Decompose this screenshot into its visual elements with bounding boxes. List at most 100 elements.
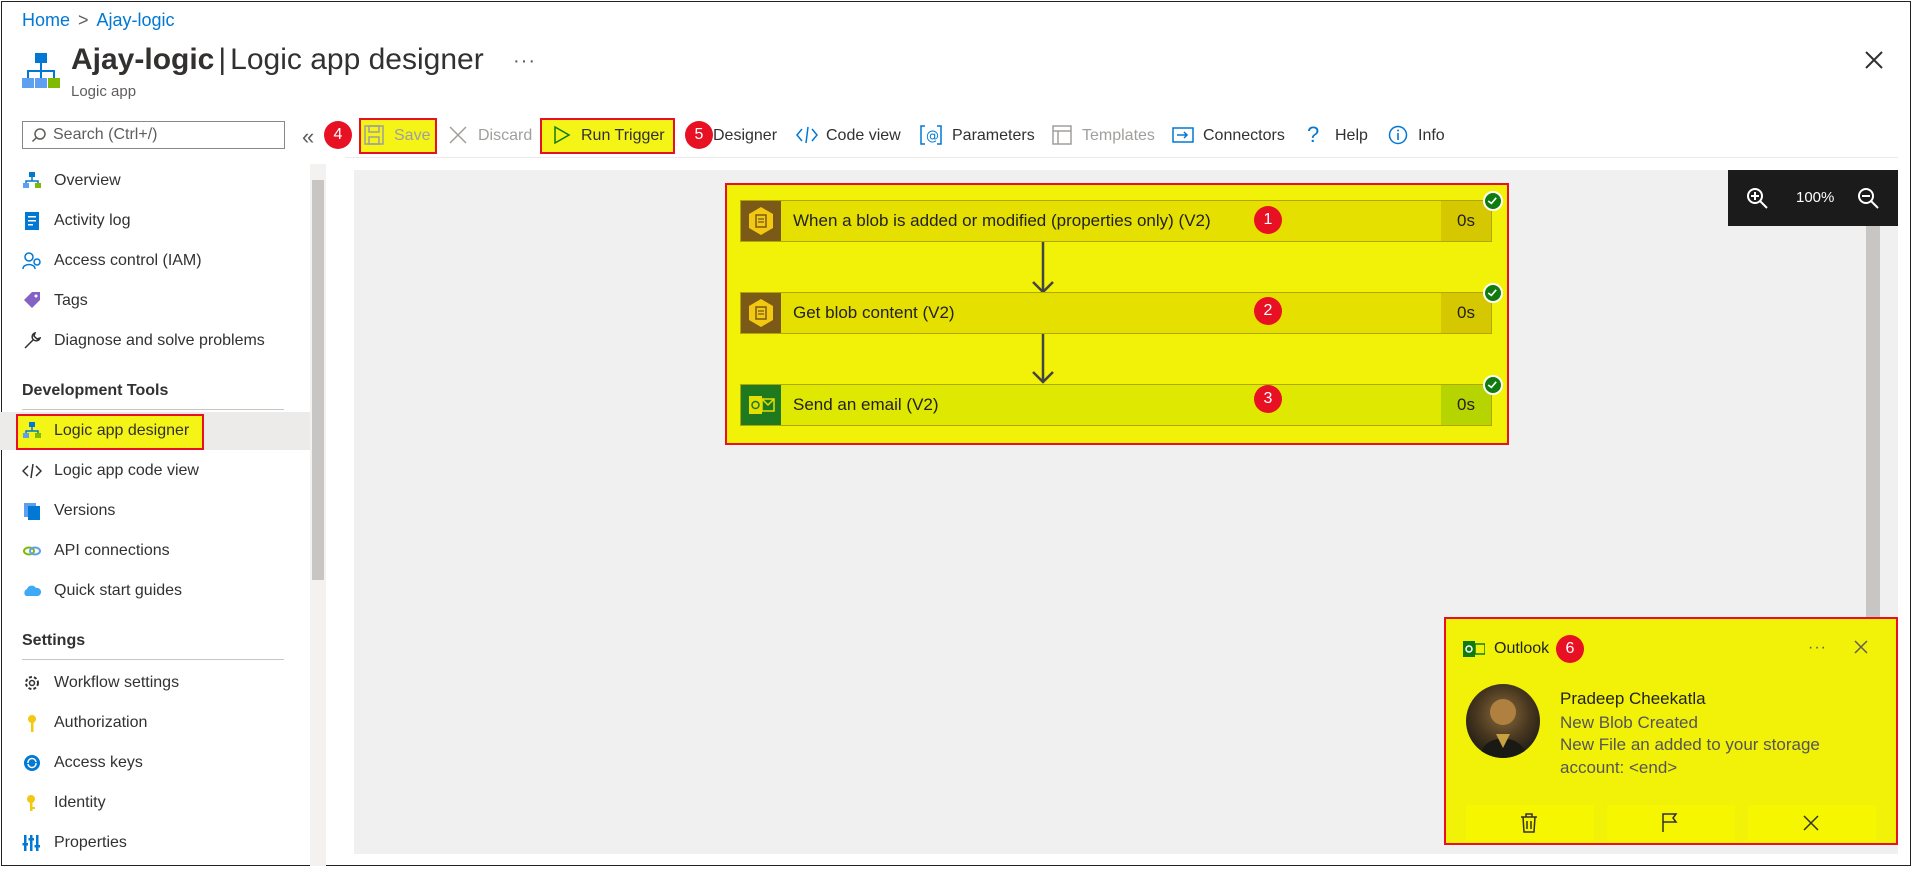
- sidebar-item-versions[interactable]: Versions: [0, 492, 310, 530]
- breadcrumb: Home > Ajay-logic: [22, 10, 175, 31]
- sidebar-item-label: Identity: [54, 794, 106, 811]
- breadcrumb-home[interactable]: Home: [22, 10, 70, 30]
- help-label: Help: [1335, 127, 1368, 144]
- api-connections-icon: [23, 546, 41, 556]
- run-trigger-label: Run Trigger: [581, 127, 665, 144]
- search-input[interactable]: Search (Ctrl+/): [22, 121, 285, 149]
- sidebar-item-label: Logic app code view: [54, 462, 199, 479]
- canvas-scrollbar[interactable]: [1866, 226, 1880, 626]
- code-icon: [22, 463, 42, 479]
- properties-icon: [22, 835, 40, 851]
- sidebar-item-overview[interactable]: Overview: [0, 162, 310, 200]
- sidebar-item-label: Versions: [54, 502, 116, 519]
- breadcrumb-current[interactable]: Ajay-logic: [97, 10, 175, 30]
- sidebar-item-label: Tags: [54, 292, 88, 309]
- workflow-step-send-email[interactable]: Send an email (V2) 3 0s: [740, 375, 1503, 426]
- sidebar-item-label: API connections: [54, 542, 170, 559]
- sidebar-item-authorization[interactable]: Authorization: [0, 704, 310, 742]
- zoom-out-icon[interactable]: [1856, 186, 1880, 210]
- sidebar-item-label: Access control (IAM): [54, 252, 202, 269]
- sidebar-item-diagnose[interactable]: Diagnose and solve problems: [0, 322, 310, 360]
- identity-icon: [27, 795, 35, 811]
- section-divider: [22, 409, 284, 410]
- close-icon: [1803, 815, 1819, 831]
- more-options-button[interactable]: ···: [513, 50, 536, 73]
- outlook-notification[interactable]: Outlook 6 ··· Pradeep Cheekatla New Blob…: [1444, 617, 1898, 845]
- templates-label: Templates: [1082, 127, 1155, 144]
- sidebar-item-label: Quick start guides: [54, 582, 183, 599]
- sidebar-item-properties[interactable]: Properties: [0, 824, 310, 862]
- parameters-label: Parameters: [952, 127, 1035, 144]
- notification-body: New File an added to your storage accoun…: [1560, 735, 1820, 777]
- avatar: [1466, 684, 1540, 758]
- sidebar-item-quick-start[interactable]: Quick start guides: [0, 572, 310, 610]
- logic-app-icon: [22, 53, 60, 88]
- connectors-label: Connectors: [1203, 127, 1285, 144]
- sidebar-item-label: Logic app designer: [54, 422, 190, 439]
- activity-log-icon: [25, 212, 39, 230]
- notification-app-name: Outlook: [1494, 640, 1550, 657]
- workflow-step-trigger[interactable]: When a blob is added or modified (proper…: [740, 191, 1503, 242]
- code-icon: [796, 126, 818, 144]
- step-label: Get blob content (V2): [793, 303, 955, 322]
- info-label: Info: [1418, 127, 1445, 144]
- outlook-app-icon: [1463, 641, 1485, 657]
- delete-action-button[interactable]: [1466, 805, 1594, 841]
- sidebar-item-access-keys[interactable]: Access keys: [0, 744, 310, 782]
- sidebar-item-label: Access keys: [54, 754, 143, 771]
- refresh-key-icon: [24, 755, 40, 771]
- notification-subject: New Blob Created: [1560, 713, 1698, 732]
- svg-text:@: @: [926, 129, 939, 144]
- play-icon: [554, 125, 571, 145]
- gear-icon: [25, 676, 39, 690]
- blob-trigger-icon: [741, 201, 781, 241]
- close-icon[interactable]: [1862, 48, 1886, 72]
- zoom-in-icon[interactable]: [1745, 186, 1769, 210]
- section-settings: Settings: [22, 632, 86, 649]
- sidebar-scrollbar[interactable]: [310, 164, 326, 866]
- step-label: When a blob is added or modified (proper…: [793, 211, 1211, 230]
- notification-more-button[interactable]: ···: [1808, 639, 1827, 657]
- save-icon: [364, 125, 384, 145]
- cloud-icon: [24, 585, 42, 596]
- blob-icon: [741, 293, 781, 333]
- flag-action-button[interactable]: [1607, 805, 1735, 841]
- workflow-step-get-blob[interactable]: Get blob content (V2) 2 0s: [740, 283, 1503, 334]
- toolbar-divider: [345, 157, 1898, 158]
- scrollbar-thumb[interactable]: [312, 180, 324, 580]
- sidebar-item-label: Overview: [54, 172, 121, 189]
- annotation-badge-3: 3: [1254, 385, 1282, 413]
- success-check-icon: [1483, 191, 1503, 211]
- outlook-icon: [741, 385, 781, 425]
- search-icon: [31, 128, 46, 143]
- sidebar-item-label: Properties: [54, 834, 127, 851]
- overview-icon: [23, 172, 41, 188]
- sidebar-item-label: Activity log: [54, 212, 131, 229]
- sidebar-item-iam[interactable]: Access control (IAM): [0, 242, 310, 280]
- save-label: Save: [394, 127, 431, 144]
- annotation-badge-5: 5: [685, 121, 713, 149]
- sidebar-item-identity[interactable]: Identity: [0, 784, 310, 822]
- sidebar-item-tags[interactable]: Tags: [0, 282, 310, 320]
- close-icon[interactable]: [1853, 639, 1869, 655]
- flag-icon: [1662, 813, 1678, 832]
- sidebar-item-logic-app-designer[interactable]: Logic app designer: [0, 412, 310, 450]
- code-view-label: Code view: [826, 127, 901, 144]
- annotation-badge-6: 6: [1556, 635, 1584, 663]
- sidebar-item-activity-log[interactable]: Activity log: [0, 202, 310, 240]
- page-title: Ajay-logic | Logic app designer: [71, 43, 484, 76]
- notification-sender: Pradeep Cheekatla: [1560, 689, 1706, 708]
- annotation-badge-2: 2: [1254, 297, 1282, 325]
- sidebar-item-workflow-settings[interactable]: Workflow settings: [0, 664, 310, 702]
- chevron-right-icon: >: [78, 10, 89, 30]
- sidebar-item-code-view[interactable]: Logic app code view: [0, 452, 310, 490]
- discard-label: Discard: [478, 127, 533, 144]
- success-check-icon: [1483, 283, 1503, 303]
- annotation-badge-4: 4: [324, 121, 352, 149]
- dismiss-action-button[interactable]: [1748, 805, 1876, 841]
- sidebar-item-api-connections[interactable]: API connections: [0, 532, 310, 570]
- success-check-icon: [1483, 375, 1503, 395]
- step-label: Send an email (V2): [793, 395, 939, 414]
- connectors-icon: [1172, 127, 1194, 143]
- collapse-sidebar-icon[interactable]: «: [302, 124, 314, 150]
